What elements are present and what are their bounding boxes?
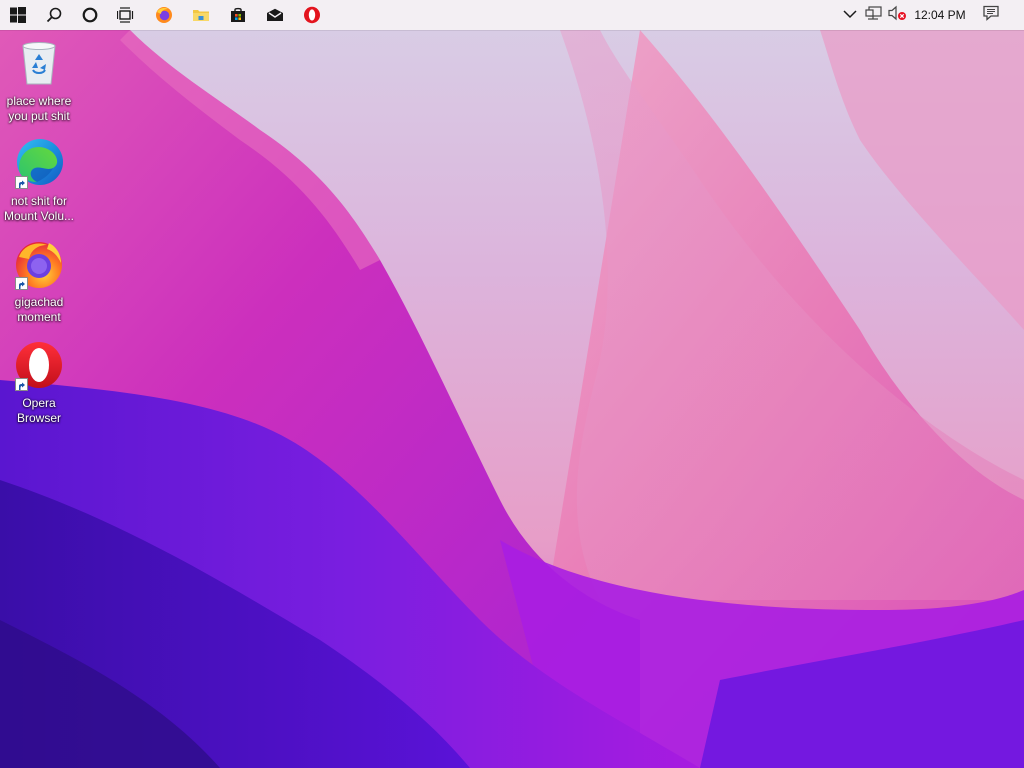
taskbar-clock[interactable]: 12:04 PM <box>906 0 974 30</box>
desktop-icon-edge[interactable]: not shit for Mount Volu... <box>0 138 78 224</box>
firefox-icon <box>155 6 173 24</box>
desktop-icon-label: not shit for Mount Volu... <box>3 194 75 223</box>
start-button[interactable] <box>0 0 36 30</box>
cortana-button[interactable] <box>72 0 108 30</box>
action-center-button[interactable] <box>978 0 1004 30</box>
windows-logo-icon <box>10 7 26 23</box>
opera-icon <box>303 6 321 24</box>
action-center-icon <box>983 5 999 26</box>
desktop[interactable]: 12:04 PM place where you put shit not sh… <box>0 0 1024 768</box>
volume-muted-icon <box>888 5 908 26</box>
desktop-icon-opera[interactable]: Opera Browser <box>0 340 78 426</box>
mail-button[interactable] <box>257 0 293 30</box>
shortcut-arrow-icon <box>15 277 28 290</box>
desktop-icon-recycle-bin[interactable]: place where you put shit <box>0 38 78 124</box>
store-bag-icon <box>230 7 246 23</box>
opera-icon <box>13 340 65 392</box>
taskbar-firefox-button[interactable] <box>146 0 182 30</box>
taskbar-opera-button[interactable] <box>294 0 330 30</box>
recycle-bin-icon <box>13 38 65 90</box>
network-disconnected-icon <box>865 5 883 26</box>
wallpaper-image <box>0 0 1024 768</box>
task-view-icon <box>117 7 135 23</box>
cortana-circle-icon <box>82 7 98 23</box>
search-button[interactable] <box>36 0 72 30</box>
folder-icon <box>192 7 210 23</box>
show-hidden-icons-button[interactable] <box>838 0 862 30</box>
file-explorer-button[interactable] <box>183 0 219 30</box>
desktop-icon-label: Opera Browser <box>16 396 61 425</box>
desktop-icon-label: gigachad moment <box>14 295 64 324</box>
network-status-button[interactable] <box>862 0 886 30</box>
chevron-up-icon <box>843 6 857 24</box>
store-button[interactable] <box>220 0 256 30</box>
task-view-button[interactable] <box>108 0 144 30</box>
desktop-icon-label: place where you put shit <box>6 94 72 123</box>
taskbar: 12:04 PM <box>0 0 1024 30</box>
edge-icon <box>13 138 65 190</box>
mail-icon <box>266 8 284 22</box>
shortcut-arrow-icon <box>15 378 28 391</box>
desktop-icon-firefox[interactable]: gigachad moment <box>0 239 78 325</box>
firefox-icon <box>13 239 65 291</box>
search-icon <box>46 7 62 23</box>
shortcut-arrow-icon <box>15 176 28 189</box>
